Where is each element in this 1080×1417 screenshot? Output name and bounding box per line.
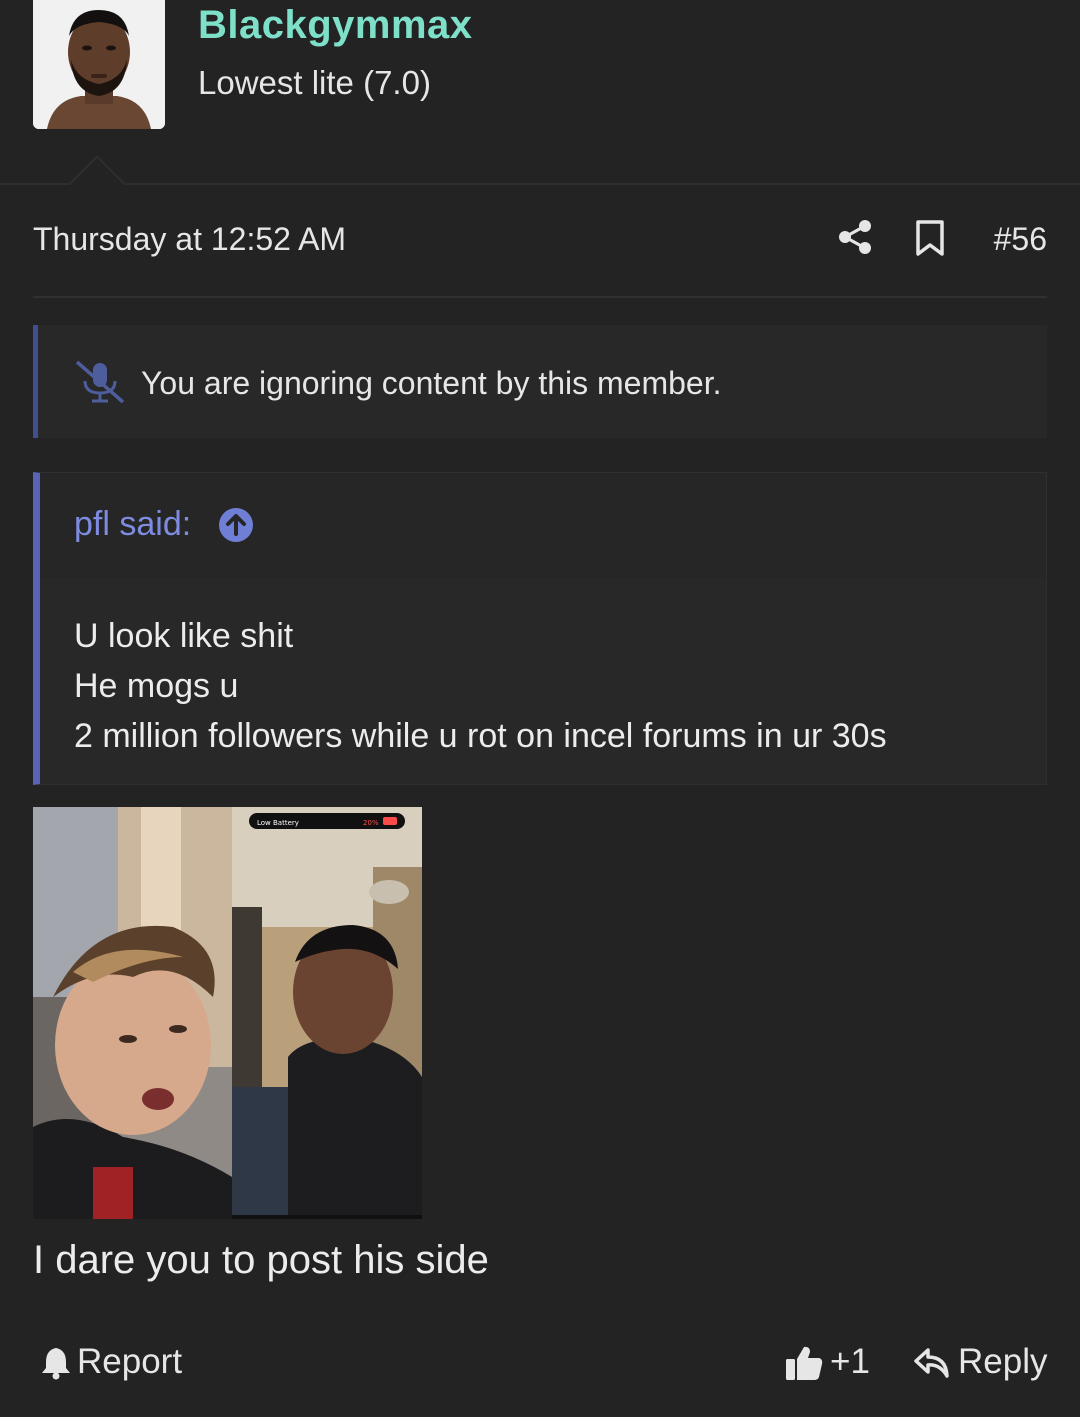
- share-icon[interactable]: [837, 219, 873, 255]
- post-header: Blackgymmax Lowest lite (7.0): [0, 0, 1080, 184]
- header-divider: [0, 183, 1080, 185]
- username[interactable]: Blackgymmax: [198, 3, 473, 48]
- ignore-notice-text: You are ignoring content by this member.: [141, 365, 722, 401]
- report-label: Report: [77, 1342, 183, 1381]
- reply-icon: [914, 1348, 949, 1378]
- quote-block: pfl said: U look like shit He mogs u 2 m…: [33, 472, 1047, 785]
- post-body-text: I dare you to post his side: [33, 1238, 489, 1282]
- meta-divider: [33, 296, 1047, 298]
- thumbs-up-icon: [786, 1346, 823, 1380]
- quote-author[interactable]: pfl said:: [74, 505, 191, 544]
- status-bar-label: Low Battery: [257, 819, 299, 827]
- header-pointer-inner: [69, 158, 125, 186]
- bookmark-icon[interactable]: [913, 219, 947, 257]
- attached-image[interactable]: Low Battery 20%: [33, 807, 422, 1219]
- user-title: Lowest lite (7.0): [198, 64, 431, 101]
- quote-header: pfl said:: [40, 473, 1046, 578]
- user-avatar[interactable]: [33, 0, 165, 129]
- post-timestamp[interactable]: Thursday at 12:52 AM: [33, 221, 346, 258]
- quote-line: U look like shit: [74, 617, 294, 655]
- mute-icon: [74, 359, 126, 405]
- post-number[interactable]: #56: [994, 221, 1047, 258]
- battery-level: 20%: [363, 819, 379, 827]
- quote-line: He mogs u: [74, 667, 239, 705]
- arrow-up-circle-icon[interactable]: [218, 507, 254, 543]
- bell-icon: [42, 1348, 70, 1380]
- like-count: +1: [830, 1342, 870, 1381]
- quote-body: U look like shit He mogs u 2 million fol…: [74, 611, 887, 761]
- ignore-notice[interactable]: You are ignoring content by this member.: [33, 325, 1047, 438]
- reply-label: Reply: [958, 1342, 1048, 1381]
- post-meta: Thursday at 12:52 AM #56: [33, 215, 1047, 265]
- quote-line: 2 million followers while u rot on incel…: [74, 717, 887, 755]
